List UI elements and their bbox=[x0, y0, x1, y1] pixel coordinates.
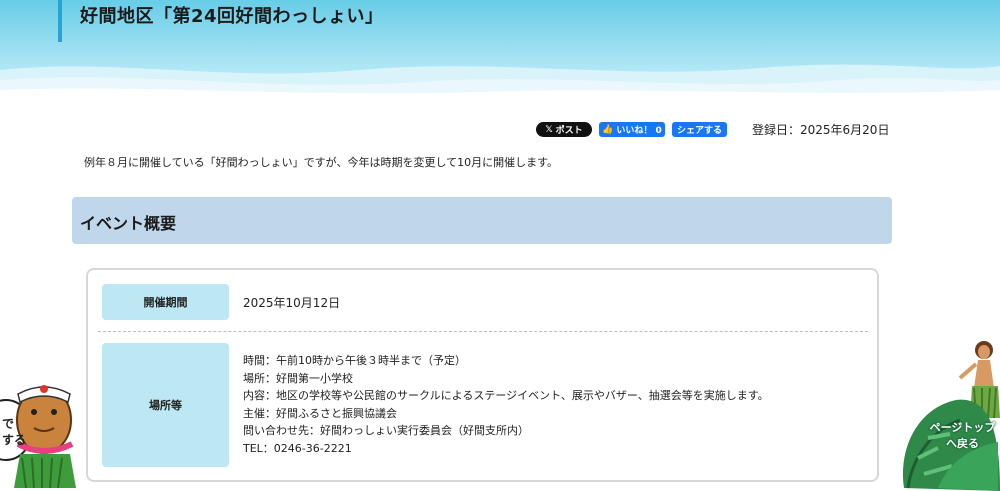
page-title: 好間地区「第24回好間わっしょい」 bbox=[80, 6, 384, 27]
share-label: シェアする bbox=[676, 126, 722, 136]
section-heading: イベント概要 bbox=[72, 197, 892, 244]
header-banner: 好間地区「第24回好間わっしょい」 bbox=[0, 0, 1000, 102]
detail-line: 内容：地区の学校等や公民館のサークルによるステージイベント、展示やバザー、抽選会… bbox=[243, 389, 769, 403]
like-label: いいね！ 0 bbox=[616, 126, 662, 136]
registered-date: 登録日：2025年6月20日 bbox=[752, 123, 890, 137]
page-top-line: へ戻る bbox=[946, 437, 979, 450]
facebook-like-button[interactable]: 👍 いいね！ 0 bbox=[599, 122, 665, 137]
intro-text: 例年８月に開催している「好間わっしょい」ですが、今年は時期を変更して10月に開催… bbox=[84, 156, 559, 169]
facebook-share-button[interactable]: シェアする bbox=[672, 122, 727, 137]
page-top-line: ページトップ bbox=[929, 421, 996, 434]
bubble-line: する bbox=[2, 433, 27, 447]
event-info-card: 開催期間 2025年10月12日 場所等 時間：午前10時から午後３時半まで（予… bbox=[86, 268, 879, 482]
hula-girl-leaf-icon bbox=[902, 341, 1000, 491]
place-label: 場所等 bbox=[102, 343, 229, 467]
row-divider bbox=[98, 331, 868, 332]
x-logo-icon: 𝕏 bbox=[545, 124, 553, 135]
detail-line: 場所：好間第一小学校 bbox=[243, 371, 353, 385]
title-accent-bar bbox=[58, 0, 62, 42]
x-post-label: ポスト bbox=[555, 126, 583, 136]
bubble-line: で bbox=[2, 417, 15, 431]
detail-line: 時間：午前10時から午後３時半まで（予定） bbox=[243, 354, 466, 367]
event-details: 時間：午前10時から午後３時半まで（予定） 場所：好間第一小学校 内容：地区の学… bbox=[243, 352, 769, 458]
detail-line: 問い合わせ先：好間わっしょい実行委員会（好間支所内） bbox=[243, 424, 529, 438]
period-label: 開催期間 bbox=[102, 284, 229, 320]
detail-line: 主催：好間ふるさと振興協議会 bbox=[243, 406, 397, 420]
page-top-label[interactable]: ページトップ へ戻る bbox=[925, 420, 1000, 452]
x-post-button[interactable]: 𝕏 ポスト bbox=[536, 122, 592, 137]
thumbs-up-icon: 👍 bbox=[602, 124, 614, 135]
page-top-button[interactable] bbox=[898, 338, 1000, 491]
mascot-bubble-text: で する bbox=[2, 416, 26, 448]
section-heading-text: イベント概要 bbox=[80, 214, 177, 233]
period-value: 2025年10月12日 bbox=[243, 296, 341, 310]
mascot-floating-banner[interactable]: で する bbox=[0, 372, 84, 491]
detail-line: TEL：0246-36-2221 bbox=[243, 441, 352, 455]
